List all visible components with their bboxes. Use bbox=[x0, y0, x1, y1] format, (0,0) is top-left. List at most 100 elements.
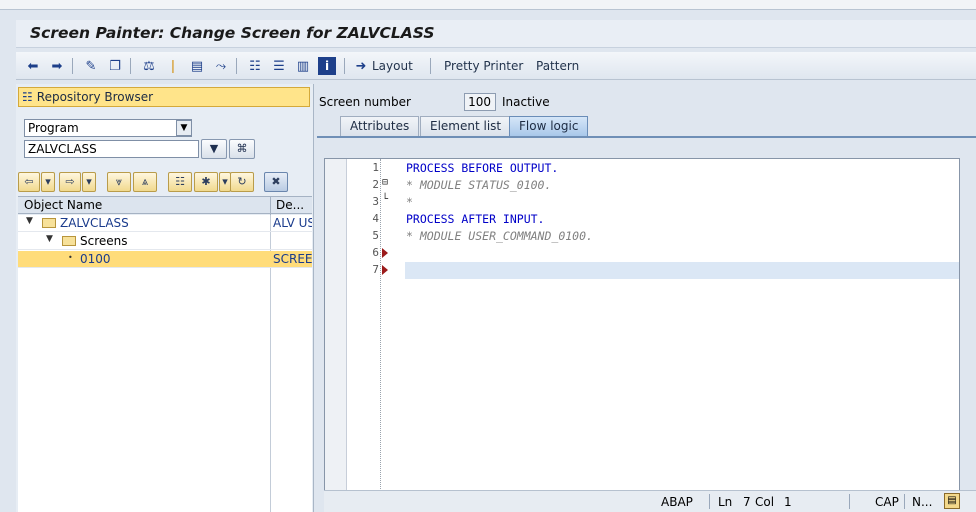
language-indicator: ABAP bbox=[661, 495, 693, 509]
dropdown-button[interactable]: ▼ bbox=[201, 139, 227, 159]
tab-underline bbox=[317, 136, 976, 138]
toolbar-separator bbox=[72, 58, 73, 74]
line-number: 5 bbox=[372, 229, 379, 242]
column-value: 1 bbox=[784, 495, 792, 509]
repository-browser-panel: ☷ Repository Browser Program ▼ ZALVCLASS… bbox=[16, 84, 314, 512]
status-separator bbox=[709, 494, 710, 509]
refresh-icon[interactable]: ↻ bbox=[230, 172, 254, 192]
collapse-block-icon[interactable]: ⊟ bbox=[382, 177, 388, 188]
expand-subtree-icon[interactable]: ⩔ bbox=[107, 172, 131, 192]
tab-attributes[interactable]: Attributes bbox=[340, 116, 420, 136]
display-change-icon[interactable]: ✎ bbox=[82, 57, 100, 75]
previous-dropdown-button[interactable]: ▾ bbox=[41, 172, 55, 192]
line-number: 7 bbox=[372, 263, 379, 276]
code-line[interactable]: 7 bbox=[325, 262, 959, 279]
screen-number-field[interactable]: 100 bbox=[464, 93, 496, 111]
collapse-subtree-icon[interactable]: ⩓ bbox=[133, 172, 157, 192]
tab-element-list[interactable]: Element list bbox=[420, 116, 512, 136]
tree-node-label: Screens bbox=[80, 234, 128, 248]
code-text: * MODULE STATUS_0100. bbox=[406, 178, 552, 192]
pretty-printer-button[interactable]: Pretty Printer bbox=[444, 59, 523, 73]
title-bar: Screen Painter: Change Screen for ZALVCL… bbox=[16, 20, 976, 48]
column-divider[interactable] bbox=[270, 197, 271, 215]
application-toolbar: ⬅ ➡ ✎ ❐ ⚖ ❘ ▤ ⤳ ☷ ☰ ▥ i ➜ Layout Pretty … bbox=[16, 52, 976, 80]
line-label: Ln bbox=[718, 495, 733, 509]
top-window-strip bbox=[0, 0, 976, 10]
tab-flow-logic[interactable]: Flow logic bbox=[509, 116, 589, 136]
code-line[interactable]: 3 └ * bbox=[325, 194, 959, 211]
line-number: 4 bbox=[372, 212, 379, 225]
line-value: 7 bbox=[743, 495, 751, 509]
display-glasses-icon[interactable]: ⌘ bbox=[229, 139, 255, 159]
line-number: 2 bbox=[372, 178, 379, 191]
activate-icon[interactable]: ❘ bbox=[164, 57, 182, 75]
change-marker-icon bbox=[382, 265, 388, 275]
next-object-button[interactable]: ⇨ bbox=[59, 172, 81, 192]
expand-arrow-icon[interactable]: ▼ bbox=[26, 216, 33, 226]
change-marker-icon bbox=[382, 248, 388, 258]
code-text: PROCESS BEFORE OUTPUT. bbox=[406, 161, 559, 175]
description-column[interactable]: De... bbox=[276, 198, 304, 212]
pattern-button[interactable]: Pattern bbox=[536, 59, 579, 73]
block-end-icon: └ bbox=[382, 194, 389, 205]
test-icon[interactable]: ▤ bbox=[188, 57, 206, 75]
tree-node-screens[interactable]: ▼ Screens bbox=[18, 233, 312, 250]
chevron-down-icon[interactable]: ▼ bbox=[176, 120, 192, 136]
code-line[interactable]: 4 PROCESS AFTER INPUT. bbox=[325, 211, 959, 228]
status-separator bbox=[849, 494, 850, 509]
editor-options-icon[interactable]: ▤ bbox=[944, 493, 960, 509]
previous-object-button[interactable]: ⇦ bbox=[18, 172, 40, 192]
object-list-icon[interactable]: ☰ bbox=[270, 57, 288, 75]
layout-arrow-icon: ➜ bbox=[355, 58, 367, 74]
hierarchy-icon: ☷ bbox=[22, 90, 33, 104]
tree-node-desc: ALV US bbox=[273, 216, 312, 230]
line-number: 1 bbox=[372, 161, 379, 174]
status-separator bbox=[904, 494, 905, 509]
hierarchy-icon[interactable]: ☷ bbox=[246, 57, 264, 75]
object-name-input[interactable]: ZALVCLASS bbox=[24, 140, 199, 158]
forward-arrow-icon[interactable]: ➡ bbox=[48, 57, 66, 75]
layout-button[interactable]: Layout bbox=[372, 59, 413, 73]
check-icon[interactable]: ⚖ bbox=[140, 57, 158, 75]
toolbar-separator bbox=[236, 58, 237, 74]
code-text: PROCESS AFTER INPUT. bbox=[406, 212, 545, 226]
window-icon[interactable]: ▥ bbox=[294, 57, 312, 75]
tree-node-screen-0100[interactable]: • 0100 SCREEN bbox=[18, 251, 312, 268]
caps-indicator: CAP bbox=[875, 495, 899, 509]
object-name-column[interactable]: Object Name bbox=[24, 198, 102, 212]
folder-icon bbox=[42, 218, 56, 228]
object-type-select[interactable]: Program bbox=[24, 119, 192, 137]
hierarchy-up-icon[interactable]: ☷ bbox=[168, 172, 192, 192]
line-number: 3 bbox=[372, 195, 379, 208]
settings-icon[interactable]: ✱ bbox=[194, 172, 218, 192]
column-label: Col bbox=[755, 495, 775, 509]
where-used-icon[interactable]: ⤳ bbox=[212, 57, 230, 75]
code-line[interactable]: 6 bbox=[325, 245, 959, 262]
close-icon[interactable]: ✖ bbox=[264, 172, 288, 192]
object-tree: ▼ ZALVCLASS ALV US ▼ Screens • 0100 SCRE… bbox=[18, 215, 312, 512]
code-line[interactable]: 5 * MODULE USER_COMMAND_0100. bbox=[325, 228, 959, 245]
expand-arrow-icon[interactable]: ▼ bbox=[46, 234, 53, 244]
toolbar-separator bbox=[430, 58, 431, 74]
other-object-icon[interactable]: ❐ bbox=[106, 57, 124, 75]
code-text: * MODULE USER_COMMAND_0100. bbox=[406, 229, 593, 243]
tree-node-program[interactable]: ▼ ZALVCLASS ALV US bbox=[18, 215, 312, 232]
activation-status: Inactive bbox=[502, 95, 550, 109]
next-dropdown-button[interactable]: ▾ bbox=[82, 172, 96, 192]
screen-editor-panel: Screen number 100 Inactive Attributes El… bbox=[314, 84, 976, 512]
flow-logic-editor[interactable]: 1 PROCESS BEFORE OUTPUT. 2 ⊟ * MODULE ST… bbox=[324, 158, 960, 492]
tree-node-label: 0100 bbox=[80, 252, 111, 266]
code-text: * bbox=[406, 195, 413, 209]
editor-status-bar: ABAP Ln 7 Col 1 CAP N... ▤ bbox=[324, 490, 976, 512]
num-indicator: N... bbox=[912, 495, 933, 509]
back-arrow-icon[interactable]: ⬅ bbox=[24, 57, 42, 75]
toolbar-separator bbox=[344, 58, 345, 74]
toolbar-separator bbox=[130, 58, 131, 74]
repository-browser-header[interactable]: ☷ Repository Browser bbox=[18, 87, 310, 107]
tree-column-header: Object Name De... bbox=[18, 196, 312, 215]
code-line[interactable]: 2 ⊟ * MODULE STATUS_0100. bbox=[325, 177, 959, 194]
tree-node-desc: SCREEN bbox=[273, 252, 312, 266]
info-icon[interactable]: i bbox=[318, 57, 336, 75]
code-line[interactable]: 1 PROCESS BEFORE OUTPUT. bbox=[325, 160, 959, 177]
screen-number-label: Screen number bbox=[319, 95, 411, 109]
